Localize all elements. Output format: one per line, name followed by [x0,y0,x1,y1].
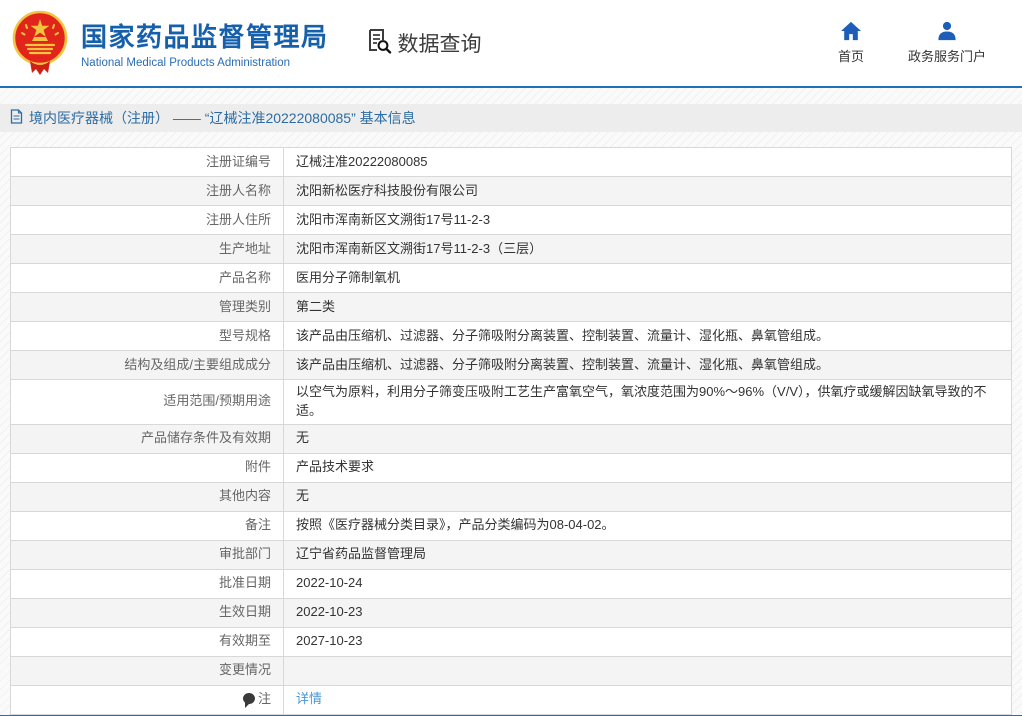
table-row: 型号规格该产品由压缩机、过滤器、分子筛吸附分离装置、控制装置、流量计、湿化瓶、鼻… [11,322,1012,351]
table-row: 适用范围/预期用途以空气为原料，利用分子筛变压吸附工艺生产富氧空气，氧浓度范围为… [11,380,1012,425]
detail-link[interactable]: 详情 [296,691,322,706]
document-search-icon [365,27,392,60]
row-label: 产品名称 [11,264,284,293]
row-value: 产品技术要求 [284,453,1012,482]
row-label: 生效日期 [11,598,284,627]
brand-title-cn: 国家药品监督管理局 [81,17,329,54]
row-label: 备注 [11,511,284,540]
row-value: 医用分子筛制氧机 [284,264,1012,293]
row-value: 2022-10-24 [284,569,1012,598]
data-query-label: 数据查询 [398,28,482,58]
row-label: 变更情况 [11,656,284,685]
row-value: 无 [284,482,1012,511]
table-row: 生效日期2022-10-23 [11,598,1012,627]
table-row: 产品储存条件及有效期无 [11,424,1012,453]
row-label: 其他内容 [11,482,284,511]
row-value: 按照《医疗器械分类目录》，产品分类编码为08-04-02。 [284,511,1012,540]
row-value [284,656,1012,685]
home-link[interactable]: 首页 [838,21,864,65]
row-value: 该产品由压缩机、过滤器、分子筛吸附分离装置、控制装置、流量计、湿化瓶、鼻氧管组成… [284,351,1012,380]
row-label: 注 [11,685,284,714]
row-value: 无 [284,424,1012,453]
header-nav: 首页 政务服务门户 [838,21,986,65]
row-label: 注册人名称 [11,177,284,206]
page-title-bar: 境内医疗器械（注册） —— “辽械注准20222080085” 基本信息 [0,104,1022,132]
registration-info-table: 注册证编号辽械注准20222080085注册人名称沈阳新松医疗科技股份有限公司注… [10,147,1012,715]
row-value: 2022-10-23 [284,598,1012,627]
table-row: 审批部门辽宁省药品监督管理局 [11,540,1012,569]
row-value: 以空气为原料，利用分子筛变压吸附工艺生产富氧空气，氧浓度范围为90%～96%（V… [284,380,1012,425]
page-title: 境内医疗器械（注册） —— “辽械注准20222080085” 基本信息 [29,108,416,128]
row-label: 审批部门 [11,540,284,569]
table-row: 管理类别第二类 [11,293,1012,322]
row-value: 沈阳新松医疗科技股份有限公司 [284,177,1012,206]
table-row: 备注按照《医疗器械分类目录》，产品分类编码为08-04-02。 [11,511,1012,540]
user-icon [936,21,958,41]
row-label: 适用范围/预期用途 [11,380,284,425]
table-row: 其他内容无 [11,482,1012,511]
row-value: 沈阳市浑南新区文溯街17号11-2-3 [284,206,1012,235]
brand-title-en: National Medical Products Administration [81,57,329,69]
portal-label: 政务服务门户 [908,46,986,65]
comment-bubble-icon [243,693,255,704]
row-value: 辽械注准20222080085 [284,148,1012,177]
table-row: 变更情况 [11,656,1012,685]
row-value: 第二类 [284,293,1012,322]
row-label: 结构及组成/主要组成成分 [11,351,284,380]
home-icon [840,21,862,41]
row-label: 型号规格 [11,322,284,351]
main-content: 境内医疗器械（注册） —— “辽械注准20222080085” 基本信息 注册证… [0,88,1022,715]
row-value: 沈阳市浑南新区文溯街17号11-2-3（三层） [284,235,1012,264]
row-value: 2027-10-23 [284,627,1012,656]
row-value: 辽宁省药品监督管理局 [284,540,1012,569]
portal-link[interactable]: 政务服务门户 [908,21,986,65]
table-row: 注册证编号辽械注准20222080085 [11,148,1012,177]
table-row: 注册人住所沈阳市浑南新区文溯街17号11-2-3 [11,206,1012,235]
header: 国家药品监督管理局 National Medical Products Admi… [0,0,1022,88]
national-emblem-logo [8,9,72,77]
table-row: 注册人名称沈阳新松医疗科技股份有限公司 [11,177,1012,206]
brand: 国家药品监督管理局 National Medical Products Admi… [8,9,329,77]
table-row: 注详情 [11,685,1012,714]
table-row: 附件产品技术要求 [11,453,1012,482]
table-row: 产品名称医用分子筛制氧机 [11,264,1012,293]
document-icon [10,109,23,127]
table-row: 结构及组成/主要组成成分该产品由压缩机、过滤器、分子筛吸附分离装置、控制装置、流… [11,351,1012,380]
row-value: 该产品由压缩机、过滤器、分子筛吸附分离装置、控制装置、流量计、湿化瓶、鼻氧管组成… [284,322,1012,351]
row-label: 注册证编号 [11,148,284,177]
table-row: 生产地址沈阳市浑南新区文溯街17号11-2-3（三层） [11,235,1012,264]
row-label: 注册人住所 [11,206,284,235]
row-label: 管理类别 [11,293,284,322]
page: 国家药品监督管理局 National Medical Products Admi… [0,0,1022,716]
home-label: 首页 [838,46,864,65]
row-label: 批准日期 [11,569,284,598]
brand-text: 国家药品监督管理局 National Medical Products Admi… [81,17,329,69]
data-query-heading: 数据查询 [365,27,482,60]
row-label: 生产地址 [11,235,284,264]
table-row: 有效期至2027-10-23 [11,627,1012,656]
row-label: 附件 [11,453,284,482]
table-row: 批准日期2022-10-24 [11,569,1012,598]
row-label: 有效期至 [11,627,284,656]
row-label: 产品储存条件及有效期 [11,424,284,453]
row-value: 详情 [284,685,1012,714]
